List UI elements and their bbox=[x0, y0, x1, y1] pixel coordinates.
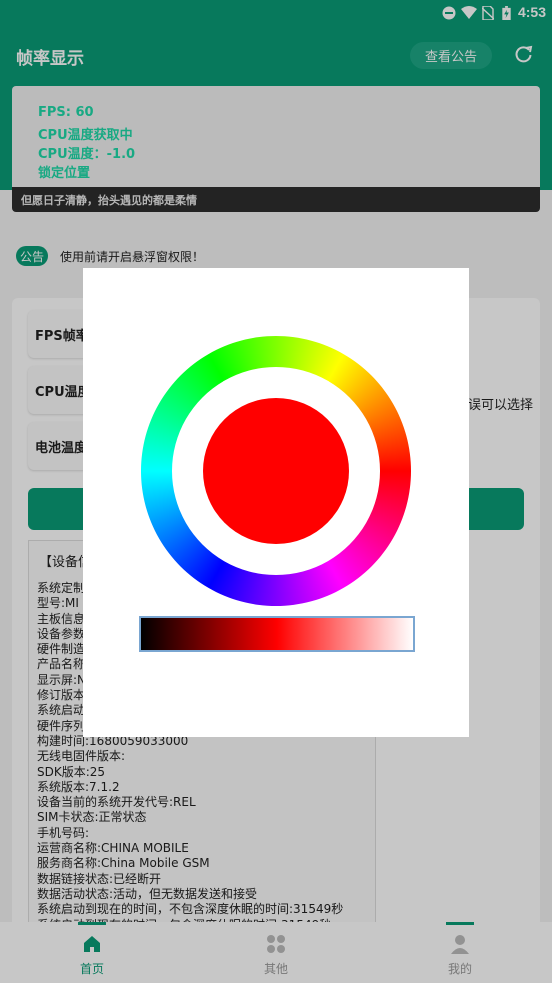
shade-slider[interactable] bbox=[139, 616, 415, 652]
selected-color-swatch[interactable] bbox=[203, 398, 349, 544]
color-picker-dialog bbox=[83, 268, 469, 737]
